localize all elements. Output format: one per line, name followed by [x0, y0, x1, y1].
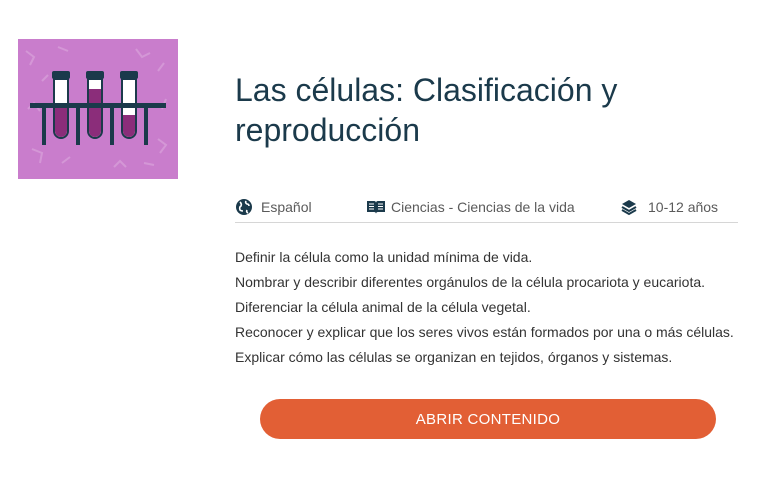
- book-icon: [366, 198, 386, 216]
- test-tubes-icon: [18, 39, 178, 179]
- content-metadata: Español Ciencias - Ciencias de la vida 1…: [235, 196, 738, 223]
- age-info: 10-12 años: [620, 196, 718, 218]
- age-label: 10-12 años: [648, 199, 719, 215]
- globe-icon: [235, 198, 253, 216]
- language-info: Español: [235, 196, 312, 218]
- layers-icon: [620, 198, 638, 216]
- learning-objectives: Definir la célula como la unidad mínima …: [235, 245, 734, 370]
- objective-item: Nombrar y describir diferentes orgánulos…: [235, 274, 706, 290]
- open-content-button[interactable]: ABRIR CONTENIDO: [260, 399, 716, 439]
- page-title: Las células: Clasificación y reproducció…: [235, 72, 618, 148]
- language-label: Español: [261, 199, 312, 215]
- content-thumbnail: [18, 39, 178, 179]
- objective-item: Reconocer y explicar que los seres vivos…: [235, 324, 734, 340]
- subject-info: Ciencias - Ciencias de la vida: [366, 196, 575, 218]
- objective-item: Diferenciar la célula animal de la célul…: [235, 299, 531, 315]
- subject-label: Ciencias - Ciencias de la vida: [391, 199, 575, 215]
- objective-item: Definir la célula como la unidad mínima …: [235, 249, 533, 265]
- objective-item: Explicar cómo las células se organizan e…: [235, 349, 673, 365]
